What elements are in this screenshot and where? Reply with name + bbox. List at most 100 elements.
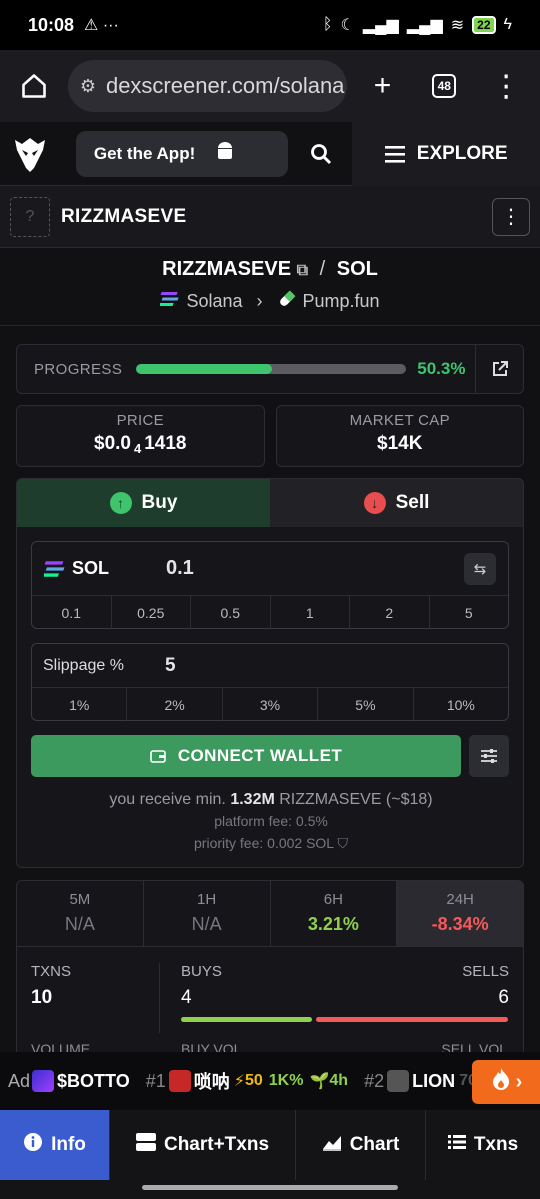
token-name: RIZZMASEVE: [61, 205, 187, 227]
copy-icon[interactable]: ⧉: [297, 262, 308, 279]
price-value: $0.0 4 1418: [94, 433, 187, 456]
chevron-right-icon: ›: [515, 1070, 523, 1093]
boost-value: 50: [244, 1072, 263, 1089]
slippage-preset[interactable]: 1%: [32, 688, 128, 721]
amount-preset[interactable]: 0.1: [32, 596, 112, 629]
period-tab-5m[interactable]: 5M N/A: [17, 881, 144, 946]
period-label: 24H: [446, 891, 474, 908]
amount-preset[interactable]: 0.25: [112, 596, 191, 629]
sell-tab[interactable]: ↓ Sell: [270, 479, 523, 527]
home-icon[interactable]: [14, 66, 54, 106]
slippage-input[interactable]: 5: [165, 655, 176, 677]
new-tab-icon[interactable]: +: [363, 66, 403, 106]
gesture-handle[interactable]: [142, 1185, 398, 1190]
solana-icon: [44, 560, 65, 577]
slippage-preset[interactable]: 2%: [127, 688, 223, 721]
period-tab-1h[interactable]: 1H N/A: [144, 881, 271, 946]
hamburger-icon: [384, 145, 405, 163]
trade-panel: ↑ Buy ↓ Sell SOL 0.1 ⇆ 0.1 0.25 0.5 1 2 …: [16, 478, 524, 868]
market-cap-box: MARKET CAP $14K: [275, 405, 524, 467]
divider: [159, 963, 160, 1033]
swap-units-icon[interactable]: ⇆: [464, 552, 496, 585]
pair-header: RIZZMASEVE ⧉ / SOL Solana › Pump.fun: [0, 248, 540, 326]
trending-token-name[interactable]: 唢呐: [194, 1068, 230, 1094]
dexscreener-logo-icon[interactable]: [0, 122, 60, 186]
sell-vol-label: SELL VOL: [441, 1041, 507, 1052]
slippage-box: Slippage % 5 1% 2% 3% 5% 10%: [31, 643, 509, 721]
buy-vol-label: BUY VOL: [181, 1041, 242, 1052]
receive-estimate: you receive min. 1.32M RIZZMASEVE (~$18): [109, 791, 433, 808]
buy-sell-ratio-bar: [181, 1017, 508, 1022]
status-bar: 10:08 ⚠ ··· ᛒ ☾ ▂▄▆ ▂▄▆ ≋ 22 ϟ: [0, 0, 540, 50]
fire-icon: [490, 1067, 512, 1097]
slippage-preset[interactable]: 5%: [318, 688, 414, 721]
trade-tabs: ↑ Buy ↓ Sell: [17, 479, 523, 527]
nav-info[interactable]: Info: [0, 1110, 110, 1180]
amount-input[interactable]: 0.1: [166, 557, 194, 580]
amount-presets: 0.1 0.25 0.5 1 2 5: [32, 596, 508, 629]
dex-link[interactable]: Pump.fun: [303, 291, 380, 312]
chain-link[interactable]: Solana: [186, 291, 242, 312]
period-tab-6h[interactable]: 6H 3.21%: [271, 881, 398, 946]
trending-ticker[interactable]: Ad $BOTTO #1 唢呐 ⚡ 50 1K% 🌱 4h #2 LION 70: [0, 1052, 540, 1110]
url-bar[interactable]: ⚙ dexscreener.com/solana: [67, 60, 347, 112]
token-bar: ? RIZZMASEVE ⋮: [0, 186, 540, 248]
amount-preset[interactable]: 0.5: [191, 596, 271, 629]
wifi-icon: ≋: [450, 17, 465, 34]
period-tabs: 5M N/A 1H N/A 6H 3.21% 24H -8.34%: [17, 881, 523, 947]
nav-chart-txns[interactable]: Chart+Txns: [110, 1110, 296, 1180]
chevron-right-icon: ›: [256, 291, 263, 311]
progress-label: PROGRESS: [34, 360, 123, 378]
charging-icon: ϟ: [503, 16, 512, 33]
pair-base: RIZZMASEVE: [162, 258, 292, 280]
status-right: ᛒ ☾ ▂▄▆ ▂▄▆ ≋ 22 ϟ: [323, 15, 512, 35]
layout-icon: [135, 1133, 156, 1157]
trade-settings-icon[interactable]: [469, 735, 509, 777]
browser-menu-icon[interactable]: ⋮: [486, 66, 526, 106]
main-content: RIZZMASEVE ⧉ / SOL Solana › Pump.fun PRO…: [0, 248, 540, 1052]
external-link-icon[interactable]: [475, 345, 523, 393]
connect-wallet-label: CONNECT WALLET: [177, 746, 343, 765]
period-value: N/A: [64, 914, 95, 934]
token-icon: [387, 1070, 410, 1092]
wallet-icon: [150, 750, 166, 763]
txns-label: TXNS: [31, 963, 72, 980]
nav-chart[interactable]: Chart: [296, 1110, 426, 1180]
volume-row: VOLUME BUY VOL SELL VOL: [31, 1041, 509, 1052]
nav-txns[interactable]: Txns: [426, 1110, 540, 1180]
url-text: dexscreener.com/solana: [105, 73, 345, 98]
amount-preset[interactable]: 1: [271, 596, 350, 629]
market-cap-value: $14K: [377, 433, 423, 454]
get-app-button[interactable]: Get the App!: [75, 130, 288, 177]
slippage-preset[interactable]: 3%: [223, 688, 319, 721]
signal-icon: ▂▄▆: [362, 17, 399, 34]
sell-ratio-fill: [315, 1017, 508, 1022]
platform-fee: platform fee: 0.5%: [214, 813, 328, 829]
tab-switcher-button[interactable]: 48: [424, 66, 464, 106]
search-icon[interactable]: [291, 122, 353, 186]
rank-label: #1: [145, 1070, 166, 1091]
explore-button[interactable]: EXPLORE: [352, 121, 540, 186]
price-box: PRICE $0.0 4 1418: [16, 405, 265, 467]
buy-tab[interactable]: ↑ Buy: [17, 479, 270, 527]
buy-ratio-fill: [181, 1017, 312, 1022]
sell-label: Sell: [395, 492, 430, 513]
txn-stats: TXNS 10 BUYS 4 SELLS 6: [17, 963, 523, 1033]
buy-label: Buy: [141, 492, 178, 513]
ad-token-name[interactable]: $BOTTO: [57, 1071, 130, 1092]
browser-toolbar: ⚙ dexscreener.com/solana + 48 ⋮: [0, 50, 540, 122]
nav-chart-txns-label: Chart+Txns: [163, 1134, 270, 1155]
token-icon: [168, 1070, 191, 1092]
connect-wallet-button[interactable]: CONNECT WALLET: [31, 735, 461, 777]
period-tab-24h[interactable]: 24H -8.34%: [397, 881, 523, 946]
site-settings-icon[interactable]: ⚙: [80, 76, 96, 97]
trending-token-name[interactable]: LION: [412, 1071, 455, 1092]
sells-label: SELLS: [462, 963, 509, 980]
txns-value: 10: [31, 987, 53, 1008]
amount-preset[interactable]: 2: [350, 596, 430, 629]
progress-value: 50.3%: [417, 359, 466, 378]
trending-expand-button[interactable]: ›: [472, 1060, 540, 1104]
amount-preset[interactable]: 5: [430, 596, 509, 629]
slippage-preset[interactable]: 10%: [414, 688, 508, 721]
more-options-icon[interactable]: ⋮: [492, 197, 530, 236]
